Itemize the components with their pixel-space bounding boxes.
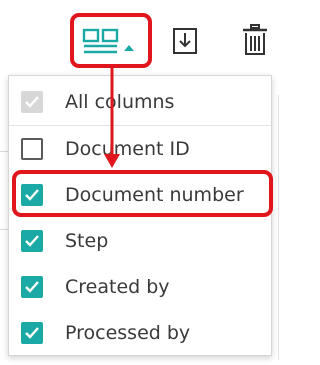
trash-icon (243, 24, 267, 55)
menu-item-step[interactable]: Step (9, 218, 271, 264)
checkbox-document-id[interactable] (21, 138, 43, 160)
download-button[interactable] (170, 26, 200, 60)
menu-item-processed-by[interactable]: Processed by (9, 310, 271, 356)
check-icon (25, 327, 39, 339)
menu-item-label: Created by (65, 276, 170, 298)
checkbox-processed-by[interactable] (21, 322, 43, 344)
menu-item-all-columns[interactable]: All columns (9, 79, 271, 125)
check-icon (25, 235, 39, 247)
checkbox-created-by[interactable] (21, 276, 43, 298)
checkbox-step[interactable] (21, 230, 43, 252)
caret-up-icon (124, 45, 134, 51)
background-divider (278, 95, 279, 360)
annotation-highlight-box (12, 170, 273, 217)
annotation-arrow-icon (104, 66, 120, 168)
menu-item-document-id[interactable]: Document ID (9, 126, 271, 172)
menu-item-label: Document ID (65, 138, 190, 160)
menu-item-created-by[interactable]: Created by (9, 264, 271, 310)
delete-button[interactable] (240, 23, 270, 61)
checkbox-all-columns[interactable] (21, 91, 43, 113)
column-chooser-button[interactable] (70, 13, 152, 68)
download-icon (173, 28, 197, 54)
columns-icon (82, 28, 134, 54)
check-icon (25, 96, 39, 108)
menu-item-label: Processed by (65, 322, 191, 344)
menu-item-label: Step (65, 230, 109, 252)
check-icon (25, 281, 39, 293)
